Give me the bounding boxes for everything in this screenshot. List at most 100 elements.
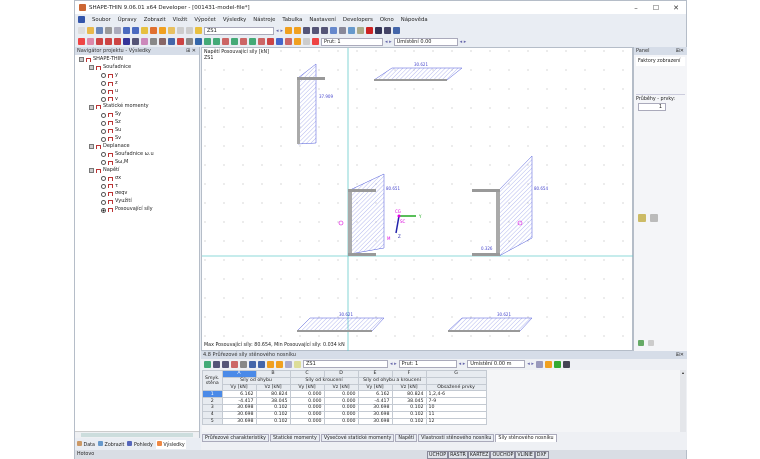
tree-group-deplanace[interactable]: Deplanace [79, 143, 199, 151]
tri-icon[interactable] [357, 27, 365, 34]
cell[interactable]: 30.698 [221, 410, 257, 419]
expand-icon[interactable] [89, 144, 94, 150]
prev-next-icon[interactable]: ◂ ▸ [459, 361, 466, 367]
cell[interactable]: 1,2,4-6 [425, 390, 487, 399]
table-tool-icon[interactable] [204, 360, 211, 368]
cell[interactable]: 30.698 [221, 417, 257, 426]
results-icon[interactable] [159, 27, 166, 34]
view-c-icon[interactable] [258, 38, 265, 45]
cell[interactable]: -4.417 [221, 397, 257, 405]
load-case-select[interactable]: ZS1 [204, 26, 274, 35]
table-row[interactable]: 2 -4.417 38.045 0.000 0.000 -4.417 38.045 7-9 [202, 397, 647, 405]
result-toggle-icon[interactable] [285, 27, 293, 34]
view-d-icon[interactable] [267, 38, 274, 45]
dim-icon[interactable] [339, 27, 347, 34]
table-row[interactable]: 5 30.698 0.102 0.000 0.000 30.698 0.102 12 [202, 417, 647, 426]
menu-okno[interactable]: Okno [380, 17, 394, 23]
color-icon[interactable] [638, 340, 644, 346]
radio-icon[interactable] [101, 96, 106, 102]
cell[interactable]: 6.162 [221, 390, 257, 399]
tree-group-napeti[interactable]: Napětí [79, 167, 199, 175]
tree-item[interactable]: Su [79, 127, 199, 135]
prev-next-icon[interactable]: ◂ ▸ [390, 361, 397, 367]
table-member-select[interactable]: Prut: 1 [398, 360, 457, 368]
dxf-toggle[interactable]: DXF [534, 450, 549, 459]
info-icon[interactable] [375, 27, 383, 34]
grid-toggle[interactable]: RASTR [448, 450, 468, 459]
open-icon[interactable] [87, 27, 94, 34]
pin-close-icon[interactable]: ⊞✕ [676, 351, 684, 359]
view-b-icon[interactable] [249, 38, 256, 45]
osnap-toggle[interactable]: OUCHOP [490, 450, 516, 459]
grid-icon[interactable] [150, 38, 157, 45]
arrow-icon[interactable] [105, 38, 112, 45]
menu-developers[interactable]: Developers [343, 17, 373, 23]
cell[interactable]: 0.102 [255, 410, 291, 419]
table-load-case-select[interactable]: ZS1 [303, 360, 388, 368]
radio-icon[interactable] [101, 191, 106, 197]
filter-icon[interactable] [535, 360, 543, 368]
save-icon[interactable] [96, 27, 103, 34]
snap-toggle[interactable]: UCHOP [427, 450, 449, 459]
folder-icon[interactable] [168, 27, 175, 34]
table-tool-icon[interactable] [222, 360, 229, 368]
maximize-button[interactable]: ☐ [646, 4, 666, 12]
prev-member-icon[interactable]: ◂ ▸ [385, 39, 392, 45]
menu-soubor[interactable]: Soubor [92, 17, 111, 23]
cell[interactable]: 38.045 [391, 397, 427, 405]
cell[interactable]: 0.000 [323, 397, 359, 405]
row-number[interactable]: 3 [202, 403, 223, 412]
scroll-thumb[interactable] [81, 433, 193, 437]
location-select[interactable]: Umístění 0.00 [393, 37, 458, 46]
guideline-toggle[interactable]: VLINIE [515, 450, 535, 459]
col-letter[interactable]: G [425, 370, 487, 378]
new-icon[interactable] [78, 27, 85, 34]
row-number[interactable]: 1 [202, 390, 223, 399]
radio-icon[interactable] [101, 199, 106, 205]
expand-icon[interactable] [89, 104, 94, 110]
table-tool-icon[interactable] [249, 360, 256, 368]
radio-icon[interactable] [101, 152, 106, 158]
excel-icon[interactable] [553, 360, 561, 368]
cell[interactable]: 0.000 [289, 403, 325, 412]
member-select[interactable]: Prut: 1 [321, 37, 383, 46]
table-row[interactable]: 3 30.698 0.102 0.000 0.000 30.698 0.102 10 [202, 403, 647, 412]
cell[interactable]: 30.698 [357, 410, 393, 419]
element-icon[interactable] [96, 38, 103, 45]
radio-icon[interactable] [101, 73, 106, 79]
rotate-icon[interactable] [276, 38, 283, 45]
minimize-button[interactable]: – [626, 4, 646, 12]
tab-sectorial-moments[interactable]: Výsečové statické momenty [320, 434, 395, 442]
node-icon[interactable] [78, 38, 85, 45]
menu-nastaveni[interactable]: Nastavení [309, 17, 336, 23]
cell[interactable]: 0.102 [255, 403, 291, 412]
bracket-icon[interactable] [303, 38, 310, 45]
section-icon[interactable] [195, 38, 202, 45]
tree-item[interactable]: z [79, 80, 199, 88]
cell[interactable]: 0.000 [289, 417, 325, 426]
menu-tabulka[interactable]: Tabulka [282, 17, 302, 23]
settings-icon[interactable] [330, 27, 338, 34]
cell[interactable]: 38.045 [255, 397, 291, 405]
cell[interactable]: 80.824 [255, 390, 291, 399]
target-icon[interactable] [285, 38, 292, 45]
screen-icon[interactable] [562, 360, 570, 368]
tree-root[interactable]: SHAPE-THIN [79, 56, 199, 64]
result-toggle2-icon[interactable] [294, 27, 302, 34]
prev-icon[interactable]: ◂ [276, 28, 279, 34]
table-tool-icon[interactable] [294, 360, 301, 368]
tab-static-moments[interactable]: Statické momenty [270, 434, 320, 442]
cell[interactable]: 0.000 [289, 397, 325, 405]
redo-icon[interactable] [132, 27, 139, 34]
render-icon[interactable] [186, 38, 193, 45]
tool-icon[interactable] [303, 27, 311, 34]
tree-item[interactable]: τ [79, 183, 199, 191]
curves-spinner[interactable]: 1 [638, 103, 666, 111]
table-tool-icon[interactable] [276, 360, 283, 368]
cartesian-toggle[interactable]: KARTEZ [467, 450, 491, 459]
tree-item[interactable]: σeqv [79, 190, 199, 198]
preview-icon[interactable] [114, 27, 121, 34]
row-number[interactable]: 5 [202, 417, 223, 426]
cell[interactable]: 12 [425, 417, 487, 426]
col-letter[interactable]: E [357, 370, 393, 378]
